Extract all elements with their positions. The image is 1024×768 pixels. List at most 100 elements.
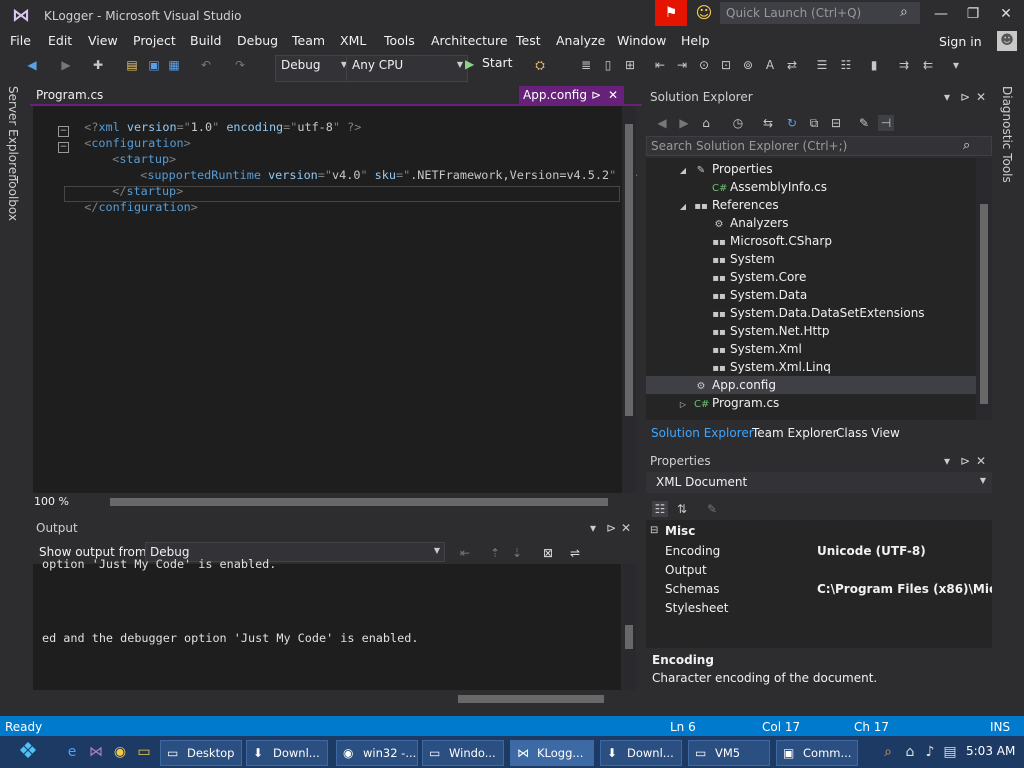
menu-project[interactable]: Project [133, 33, 176, 48]
uncomment-icon[interactable]: ☷ [838, 57, 854, 73]
minimize-button[interactable]: — [930, 4, 952, 24]
xml-icon[interactable]: ⊙ [696, 57, 712, 73]
fold-toggle-icon[interactable]: − [58, 142, 69, 153]
menu-architecture[interactable]: Architecture [431, 33, 508, 48]
server-explorer-tab[interactable]: Server Explorer [6, 86, 20, 179]
document-icon[interactable]: ▯ [600, 57, 616, 73]
start-button[interactable]: Start [482, 55, 513, 70]
replace-icon[interactable]: A [762, 57, 778, 73]
menu-tools[interactable]: Tools [384, 33, 415, 48]
network-icon[interactable]: ⌂ [900, 742, 920, 762]
tree-item-assemblyinfo[interactable]: C# AssemblyInfo.cs [712, 178, 827, 196]
menu-debug[interactable]: Debug [237, 33, 278, 48]
menu-analyze[interactable]: Analyze [556, 33, 605, 48]
dropdown-icon[interactable]: ▾ [590, 521, 596, 535]
taskbar-desktop[interactable]: ▭ Desktop [160, 740, 242, 766]
volume-icon[interactable]: ♪ [920, 742, 940, 762]
refresh-icon[interactable]: ↻ [784, 115, 800, 131]
quick-launch-input[interactable]: Quick Launch (Ctrl+Q) [720, 2, 920, 24]
menu-file[interactable]: File [10, 33, 31, 48]
clear-all-icon[interactable]: ⊠ [543, 546, 553, 560]
toolbox-tab[interactable]: Toolbox [6, 176, 20, 221]
menu-help[interactable]: Help [681, 33, 710, 48]
pin-icon[interactable]: ⊳ [591, 88, 601, 102]
visual-studio-icon[interactable]: ⋈ [86, 742, 106, 762]
pin-icon[interactable]: ⊳ [960, 90, 970, 104]
attach-icon[interactable]: ⛭ [532, 57, 548, 73]
dropdown-icon[interactable]: ▾ [944, 454, 950, 468]
property-name[interactable]: Output [665, 563, 707, 577]
categorized-icon[interactable]: ☷ [652, 501, 668, 517]
restore-button[interactable]: ❐ [962, 4, 984, 24]
collapse-category-icon[interactable]: ⊟ [650, 525, 658, 536]
zoom-level-select[interactable]: 100 % [34, 495, 69, 508]
close-icon[interactable]: ✕ [621, 521, 631, 535]
menu-xml[interactable]: XML [340, 33, 366, 48]
editor-horizontal-scrollbar[interactable] [110, 498, 608, 506]
tree-item-reference[interactable]: ▪▪ System.Data [712, 286, 807, 304]
search-icon[interactable]: ⌕ [878, 742, 898, 762]
home-icon[interactable]: ⌂ [698, 115, 714, 131]
fold-toggle-icon[interactable]: − [58, 126, 69, 137]
expanded-arrow-icon[interactable]: ◢ [676, 198, 690, 216]
output-text-area[interactable] [33, 564, 621, 690]
alphabetical-icon[interactable]: ⇅ [674, 501, 690, 517]
tree-item-reference[interactable]: ▪▪ System.Data.DataSetExtensions [712, 304, 924, 322]
play-icon[interactable]: ▶ [465, 57, 474, 71]
tab-app-config[interactable]: App.config ⊳ ✕ [519, 86, 624, 106]
bookmark-prev-icon[interactable]: ⇇ [920, 57, 936, 73]
previous-message-icon[interactable]: ⇡ [490, 546, 500, 560]
toolbar-overflow-icon[interactable]: ▾ [948, 57, 964, 73]
save-all-icon[interactable]: ▦ [166, 57, 182, 73]
menu-test[interactable]: Test [516, 33, 541, 48]
tree-item-reference[interactable]: ▪▪ System.Net.Http [712, 322, 829, 340]
forward-icon[interactable]: ▶ [58, 57, 74, 73]
forward-icon[interactable]: ▶ [676, 115, 692, 131]
collapsed-arrow-icon[interactable]: ▷ [676, 396, 690, 414]
close-icon[interactable]: ✕ [976, 454, 986, 468]
tree-item-properties[interactable]: ◢ ✎ Properties [676, 160, 773, 178]
output-horizontal-thumb[interactable] [458, 695, 604, 703]
account-icon[interactable]: ☻ [997, 31, 1017, 51]
grid-icon[interactable]: ⊞ [622, 57, 638, 73]
solution-explorer-scroll-thumb[interactable] [980, 204, 988, 404]
bookmark-icon[interactable]: ▮ [866, 57, 882, 73]
output-scroll-thumb[interactable] [625, 625, 633, 649]
format-icon[interactable]: ≣ [578, 57, 594, 73]
property-value[interactable]: C:\Program Files (x86)\Microsoft [817, 582, 992, 596]
platform-select[interactable]: Any CPU ▼ [346, 55, 468, 82]
action-center-icon[interactable]: ▤ [940, 742, 960, 762]
back-icon[interactable]: ◀ [654, 115, 670, 131]
menu-window[interactable]: Window [617, 33, 666, 48]
save-icon[interactable]: ▣ [146, 57, 162, 73]
close-button[interactable]: ✕ [995, 4, 1017, 24]
diagnostic-tools-tab[interactable]: Diagnostic Tools [1000, 86, 1014, 183]
bookmark-next-icon[interactable]: ⇉ [896, 57, 912, 73]
windows-start-icon[interactable]: ❖ [8, 736, 48, 768]
properties-object-select[interactable]: XML Document ▼ [646, 472, 992, 493]
property-name[interactable]: Schemas [665, 582, 720, 596]
redo-icon[interactable]: ↷ [232, 57, 248, 73]
edge-icon[interactable]: e [62, 742, 82, 762]
taskbar-chrome[interactable]: ◉ win32 -... [336, 740, 418, 766]
next-message-icon[interactable]: ⇣ [512, 546, 522, 560]
menu-build[interactable]: Build [190, 33, 221, 48]
taskbar-command-prompt[interactable]: ▣ Comm... [776, 740, 858, 766]
undo-icon[interactable]: ↶ [198, 57, 214, 73]
schema-icon[interactable]: ⊡ [718, 57, 734, 73]
menu-edit[interactable]: Edit [48, 33, 72, 48]
property-pages-icon[interactable]: ✎ [704, 501, 720, 517]
menu-team[interactable]: Team [292, 33, 325, 48]
comment-icon[interactable]: ⇄ [784, 57, 800, 73]
close-tab-icon[interactable]: ✕ [608, 88, 618, 102]
property-name[interactable]: Stylesheet [665, 601, 728, 615]
configuration-select[interactable]: Debug ▼ [275, 55, 352, 82]
tree-item-reference[interactable]: ▪▪ Microsoft.CSharp [712, 232, 832, 250]
taskbar-vm5[interactable]: ▭ VM5 [688, 740, 770, 766]
outdent-icon[interactable]: ⇥ [674, 57, 690, 73]
new-project-icon[interactable]: ✚ [90, 57, 106, 73]
expanded-arrow-icon[interactable]: ◢ [676, 162, 690, 180]
indent-icon[interactable]: ⇤ [652, 57, 668, 73]
tree-item-reference[interactable]: ▪▪ System [712, 250, 775, 268]
collapse-all-icon[interactable]: ⧉ [806, 115, 822, 131]
